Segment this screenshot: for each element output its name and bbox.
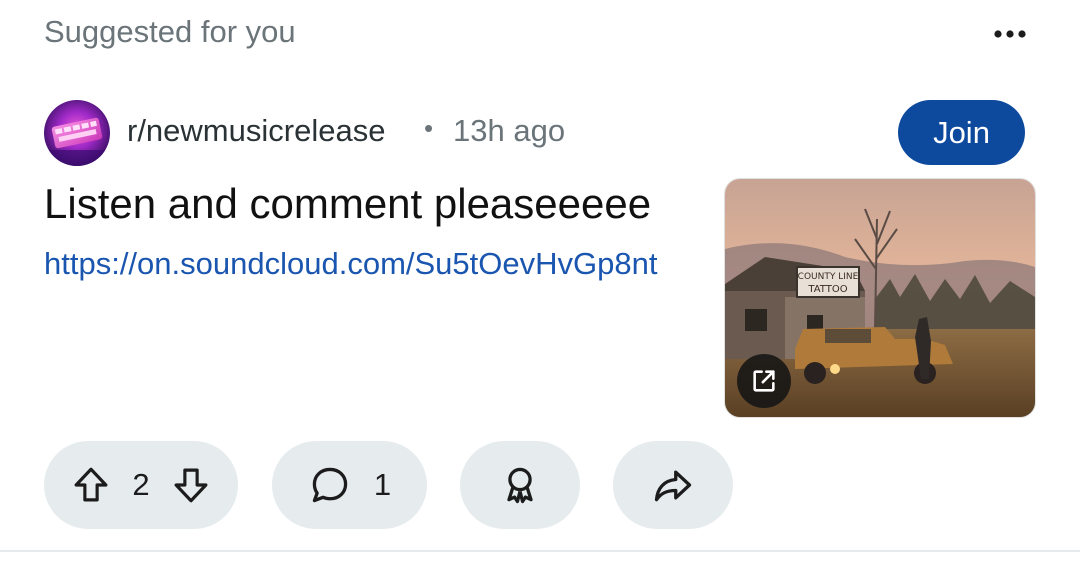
suggested-for-you-label: Suggested for you xyxy=(44,14,296,49)
svg-text:COUNTY LINE: COUNTY LINE xyxy=(798,272,859,282)
upvote-icon xyxy=(74,467,108,502)
meta-separator: • xyxy=(424,113,434,143)
vote-bar: 2 xyxy=(44,441,238,529)
comment-count: 1 xyxy=(373,467,392,502)
subreddit-avatar[interactable] xyxy=(44,100,110,166)
join-button[interactable]: Join xyxy=(898,100,1025,165)
post-thumbnail[interactable]: COUNTY LINE TATTOO xyxy=(724,178,1036,418)
upvote-button[interactable] xyxy=(70,464,112,506)
external-link-icon xyxy=(753,370,775,392)
post-time: 13h ago xyxy=(453,113,566,148)
vote-count: 2 xyxy=(132,467,150,502)
subreddit-avatar-image xyxy=(44,100,110,166)
award-button[interactable] xyxy=(460,441,580,529)
downvote-button[interactable] xyxy=(170,464,212,506)
downvote-icon xyxy=(174,468,208,503)
post-divider xyxy=(0,550,1080,552)
share-icon xyxy=(654,470,692,502)
external-link-button[interactable] xyxy=(737,354,791,408)
more-horizontal-icon xyxy=(994,30,1026,38)
award-icon xyxy=(507,467,533,504)
subreddit-name[interactable]: r/newmusicrelease xyxy=(127,113,385,149)
more-options-button[interactable] xyxy=(986,16,1036,52)
post-title[interactable]: Listen and comment pleaseeeee xyxy=(44,180,651,228)
comment-icon xyxy=(312,467,348,503)
share-button[interactable] xyxy=(613,441,733,529)
svg-text:TATTOO: TATTOO xyxy=(807,284,847,295)
comments-button[interactable]: 1 xyxy=(272,441,427,529)
post-link[interactable]: https://on.soundcloud.com/Su5tOevHvGp8nt xyxy=(44,246,704,282)
